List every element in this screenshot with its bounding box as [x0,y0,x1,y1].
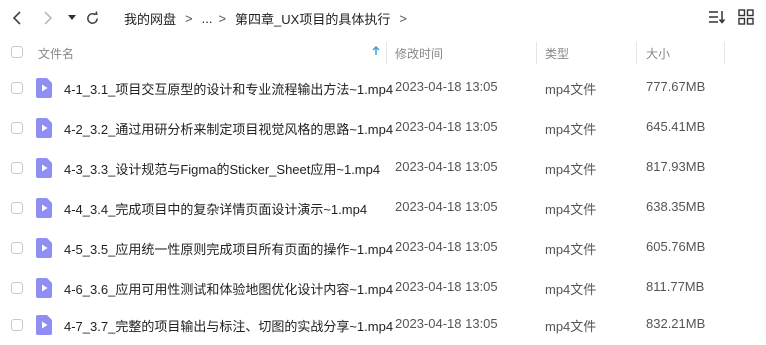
file-type: mp4文件 [545,319,597,334]
history-dropdown-button[interactable] [62,8,82,28]
video-file-icon [36,315,52,335]
video-file-icon [36,238,52,258]
select-all-checkbox[interactable] [11,46,23,58]
sort-ascending-icon[interactable] [372,46,380,56]
column-header-type[interactable]: 类型 [545,45,569,62]
file-name: 4-7_3.7_完整的项目输出与标注、切图的实战分享~1.mp4 [64,319,394,334]
video-file-icon [36,118,52,138]
column-header-size[interactable]: 大小 [646,45,670,62]
toolbar: 我的网盘 > ... > 第四章_UX项目的具体执行 > [0,0,766,36]
file-size: 645.41MB [646,119,706,134]
file-modified: 2023-04-18 13:05 [395,316,498,331]
column-divider[interactable] [724,42,725,64]
breadcrumb-root[interactable]: 我的网盘 [124,9,176,28]
file-modified: 2023-04-18 13:05 [395,119,498,134]
file-modified: 2023-04-18 13:05 [395,239,498,254]
file-name: 4-3_3.3_设计规范与Figma的Sticker_Sheet应用~1.mp4 [64,162,381,177]
row-checkbox[interactable] [11,82,23,94]
file-modified: 2023-04-18 13:05 [395,159,498,174]
chevron-right-icon [44,11,53,25]
breadcrumb: 我的网盘 > ... > 第四章_UX项目的具体执行 > [124,9,416,27]
row-checkbox[interactable] [11,282,23,294]
file-type: mp4文件 [545,82,597,97]
file-row[interactable]: 4-5_3.5_应用统一性原则完成项目所有页面的操作~1.mp4 2023-04… [0,228,766,268]
sort-menu-button[interactable] [708,9,726,30]
row-checkbox[interactable] [11,162,23,174]
grid-view-icon [738,9,754,25]
back-button[interactable] [8,8,28,28]
row-checkbox[interactable] [11,122,23,134]
row-checkbox[interactable] [11,202,23,214]
column-divider[interactable] [386,42,387,64]
breadcrumb-ellipsis[interactable]: ... [202,11,213,26]
file-modified: 2023-04-18 13:05 [395,279,498,294]
file-name: 4-2_3.2_通过用研分析来制定项目视觉风格的思路~1.mp4 [64,122,394,137]
file-type: mp4文件 [545,202,597,217]
caret-down-icon [68,15,76,20]
chevron-left-icon [12,11,21,25]
breadcrumb-dropdown[interactable]: > [399,11,407,26]
video-file-icon [36,158,52,178]
file-modified: 2023-04-18 13:05 [395,79,498,94]
video-file-icon [36,278,52,298]
column-header-modified[interactable]: 修改时间 [395,45,443,62]
column-header-name[interactable]: 文件名 [38,45,74,62]
file-row[interactable]: 4-7_3.7_完整的项目输出与标注、切图的实战分享~1.mp4 2023-04… [0,305,766,345]
file-name: 4-6_3.6_应用可用性测试和体验地图优化设计内容~1.mp4 [64,282,394,297]
video-file-icon [36,198,52,218]
file-name: 4-1_3.1_项目交互原型的设计和专业流程输出方法~1.mp4 [64,82,394,97]
file-row[interactable]: 4-3_3.3_设计规范与Figma的Sticker_Sheet应用~1.mp4… [0,148,766,188]
file-type: mp4文件 [545,122,597,137]
sort-list-icon [709,11,726,24]
file-list-header: 文件名 修改时间 类型 大小 [0,38,766,66]
file-size: 832.21MB [646,316,706,331]
file-type: mp4文件 [545,162,597,177]
forward-button[interactable] [37,8,57,28]
row-checkbox[interactable] [11,319,23,331]
file-size: 605.76MB [646,239,706,254]
column-divider[interactable] [536,42,537,64]
file-size: 638.35MB [646,199,706,214]
file-row[interactable]: 4-2_3.2_通过用研分析来制定项目视觉风格的思路~1.mp4 2023-04… [0,108,766,148]
file-type: mp4文件 [545,242,597,257]
refresh-button[interactable] [82,8,102,28]
breadcrumb-current[interactable]: 第四章_UX项目的具体执行 [235,9,390,28]
view-toggle-button[interactable] [738,9,754,30]
video-file-icon [36,78,52,98]
row-checkbox[interactable] [11,242,23,254]
file-size: 777.67MB [646,79,706,94]
file-name: 4-4_3.4_完成项目中的复杂详情页面设计演示~1.mp4 [64,202,368,217]
file-row[interactable]: 4-4_3.4_完成项目中的复杂详情页面设计演示~1.mp4 2023-04-1… [0,188,766,228]
file-modified: 2023-04-18 13:05 [395,199,498,214]
file-row[interactable]: 4-6_3.6_应用可用性测试和体验地图优化设计内容~1.mp4 2023-04… [0,268,766,308]
file-size: 817.93MB [646,159,706,174]
file-type: mp4文件 [545,282,597,297]
breadcrumb-separator: > [218,10,227,26]
file-name: 4-5_3.5_应用统一性原则完成项目所有页面的操作~1.mp4 [64,242,394,257]
column-divider[interactable] [636,42,637,64]
file-size: 811.77MB [646,279,705,294]
breadcrumb-separator: > [185,10,193,26]
refresh-icon [86,10,98,24]
file-row[interactable]: 4-1_3.1_项目交互原型的设计和专业流程输出方法~1.mp4 2023-04… [0,68,766,108]
